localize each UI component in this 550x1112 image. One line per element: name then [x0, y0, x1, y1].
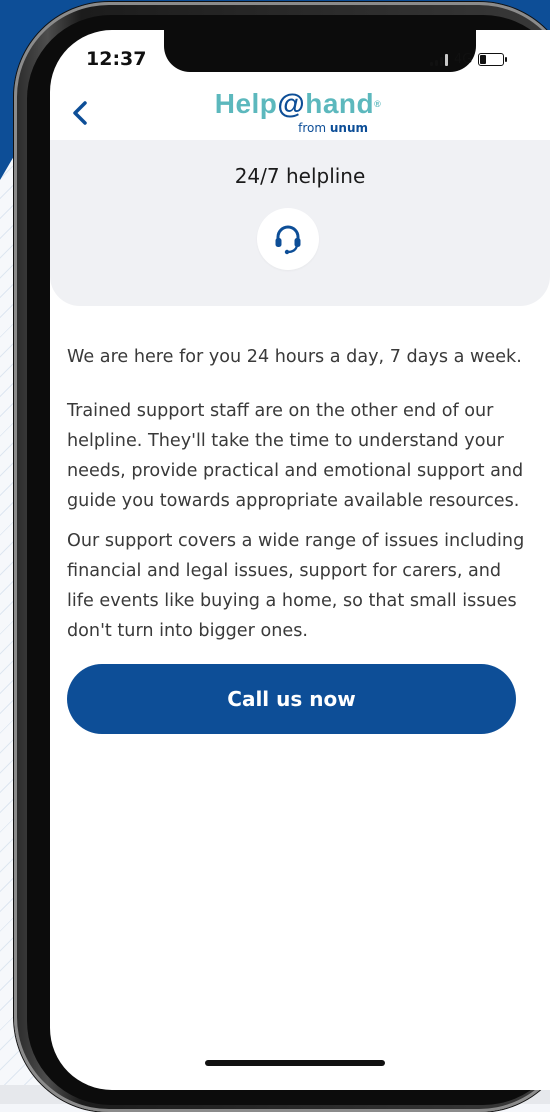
signal-icon — [430, 53, 448, 66]
headset-badge — [257, 208, 319, 270]
page-title: 24/7 helpline — [234, 164, 366, 188]
coverage-paragraph: Our support covers a wide range of issue… — [67, 531, 525, 641]
call-us-button[interactable]: Call us now — [67, 664, 516, 734]
back-button[interactable] — [66, 98, 96, 128]
app-logo: Help@hand® from unum — [208, 88, 388, 146]
headset-icon — [275, 225, 301, 255]
status-time: 12:37 — [86, 48, 147, 70]
logo-subline: from unum — [298, 121, 368, 135]
app-screen: 12:37 4G Help@hand® from unum 24/7 helpl… — [50, 30, 550, 1090]
status-indicators: 4G — [430, 52, 508, 67]
intro-paragraph: We are here for you 24 hours a day, 7 da… — [67, 347, 522, 367]
hero-panel: 24/7 helpline — [50, 140, 550, 306]
home-indicator[interactable] — [205, 1060, 385, 1066]
network-label: 4G — [454, 52, 473, 67]
chevron-left-icon — [73, 101, 87, 125]
staff-paragraph: Trained support staff are on the other e… — [67, 401, 524, 511]
battery-icon — [478, 53, 508, 66]
logo-wordmark: Help@hand® — [214, 88, 382, 119]
